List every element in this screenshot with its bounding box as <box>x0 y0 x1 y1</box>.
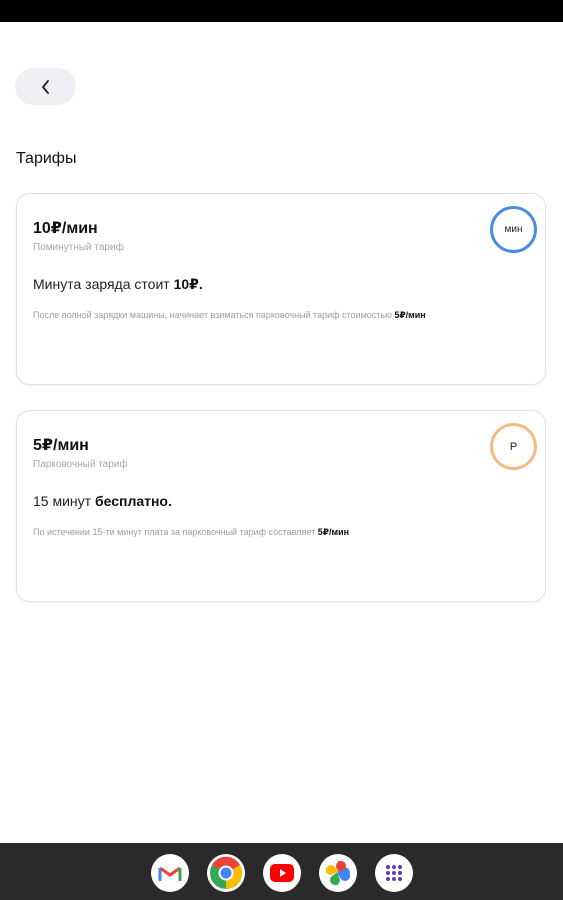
tariff-note: После полной зарядки машины, начинает вз… <box>33 310 426 320</box>
tariff-note: По истечении 15-ти минут плата за парков… <box>33 527 350 537</box>
app-drawer-icon[interactable] <box>375 854 413 892</box>
tariff-price: 5₽/мин <box>33 437 89 454</box>
chevron-left-icon <box>41 79 49 94</box>
tariff-subtitle: Парковочный тариф <box>33 459 128 470</box>
taskbar-dock <box>0 843 563 900</box>
tariff-price: 10₽/мин <box>33 220 98 237</box>
tariff-subtitle: Поминутный тариф <box>33 242 124 253</box>
tariff-badge: P <box>490 423 537 470</box>
tariff-description: Минута заряда стоит 10₽. <box>33 276 203 292</box>
gmail-icon[interactable] <box>151 854 189 892</box>
youtube-icon[interactable] <box>263 854 301 892</box>
chrome-icon[interactable] <box>207 854 245 892</box>
tariff-card-parking[interactable]: 5₽/мин Парковочный тариф 15 минут беспла… <box>16 410 546 602</box>
tariff-card-per-minute[interactable]: 10₽/мин Поминутный тариф Минута заряда с… <box>16 193 546 385</box>
back-button[interactable] <box>15 68 76 105</box>
tariff-badge: мин <box>490 206 537 253</box>
tariff-description: 15 минут бесплатно. <box>33 493 172 509</box>
page-title: Тарифы <box>16 150 77 167</box>
photos-icon[interactable] <box>319 854 357 892</box>
status-bar <box>0 0 563 22</box>
